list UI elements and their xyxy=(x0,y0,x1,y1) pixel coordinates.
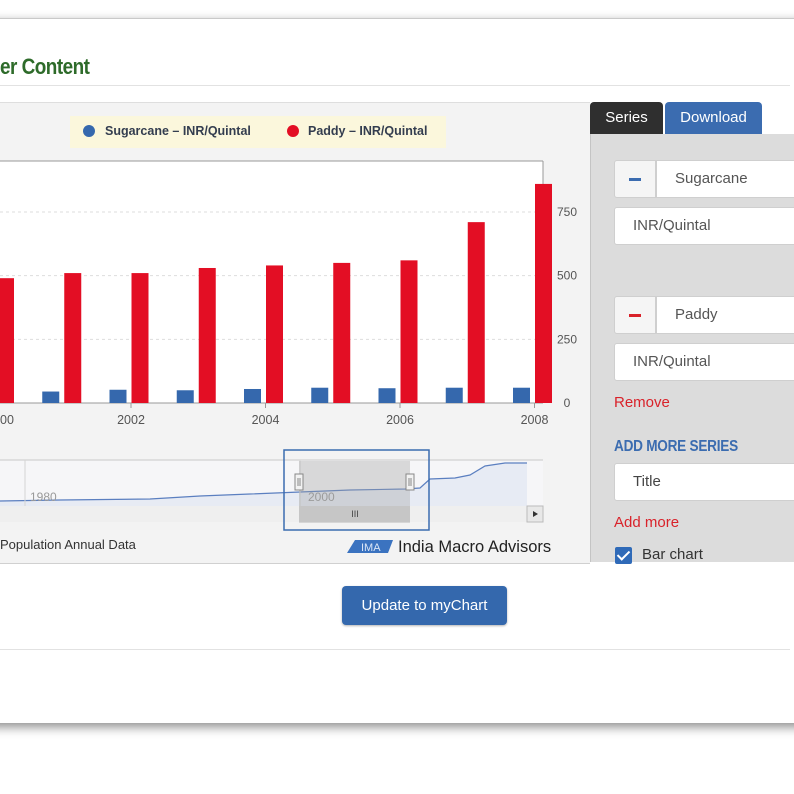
bar-paddy-2003[interactable] xyxy=(198,267,216,403)
y-tick-label: 500 xyxy=(557,269,577,283)
footer-divider xyxy=(0,649,790,650)
remove-series-button-paddy[interactable] xyxy=(614,296,656,334)
bar-paddy-2008[interactable] xyxy=(535,183,552,403)
x-tick-label: 00 xyxy=(0,413,14,427)
brand-name: India Macro Advisors xyxy=(398,538,551,556)
bar-paddy-2001[interactable] xyxy=(64,273,82,403)
series-unit-field-sugarcane[interactable]: INR/Quintal xyxy=(614,207,794,245)
x-tick-label: 2004 xyxy=(252,413,280,427)
y-tick-label: 750 xyxy=(557,205,577,219)
series-unit-field-paddy[interactable]: INR/Quintal xyxy=(614,343,794,381)
navigator-left-handle[interactable] xyxy=(294,473,304,491)
bar-paddy-2007[interactable] xyxy=(467,222,485,403)
modal-title: er Content xyxy=(0,54,90,79)
legend-label-paddy[interactable]: Paddy – INR/Quintal xyxy=(308,124,427,138)
legend-label-sugarcane[interactable]: Sugarcane – INR/Quintal xyxy=(105,124,251,138)
x-tick-label: 2006 xyxy=(386,413,414,427)
bar-chart-checkbox[interactable] xyxy=(615,547,632,564)
y-tick-label: 0 xyxy=(564,396,571,410)
x-axis-ticks: 00 2002 2004 2006 2008 xyxy=(0,403,548,427)
bar-chart-label: Bar chart xyxy=(642,546,703,563)
y-axis-ticks: 0 250 500 750 xyxy=(557,205,577,410)
chart-panel: Sugarcane – INR/Quintal Paddy – INR/Quin… xyxy=(0,102,590,564)
bar-sugarcane-2003[interactable] xyxy=(176,390,194,403)
tab-series[interactable]: Series xyxy=(590,102,663,134)
bar-sugarcane-2006[interactable] xyxy=(378,388,396,403)
scrollbar-grip-icon: III xyxy=(351,509,359,519)
tab-download[interactable]: Download xyxy=(665,102,762,134)
bar-sugarcane-2007[interactable] xyxy=(445,387,463,403)
remove-series-button-sugarcane[interactable] xyxy=(614,160,656,198)
legend-marker-paddy[interactable] xyxy=(287,125,299,137)
x-tick-label: 2008 xyxy=(521,413,549,427)
bar-paddy-2000[interactable] xyxy=(0,278,14,403)
add-more-link[interactable]: Add more xyxy=(614,514,679,531)
series-name-field-paddy[interactable]: Paddy xyxy=(656,296,794,334)
chart-canvas: Sugarcane – INR/Quintal Paddy – INR/Quin… xyxy=(0,116,577,556)
title-divider xyxy=(0,85,790,86)
bar-sugarcane-2002[interactable] xyxy=(109,389,127,403)
remove-link[interactable]: Remove xyxy=(614,394,670,411)
y-tick-label: 250 xyxy=(557,332,577,346)
ima-logo-text: IMA xyxy=(361,542,381,554)
navigator-label-1980: 1980 xyxy=(30,490,57,504)
bar-sugarcane-2008[interactable] xyxy=(513,387,530,403)
minus-icon xyxy=(629,314,641,317)
series-name-field-sugarcane[interactable]: Sugarcane xyxy=(656,160,794,198)
bar-sugarcane-2005[interactable] xyxy=(311,387,329,403)
update-mychart-button[interactable]: Update to myChart xyxy=(342,586,507,625)
bar-sugarcane-2004[interactable] xyxy=(244,388,261,403)
title-input[interactable]: Title xyxy=(614,463,794,501)
chart-source-caption: Population Annual Data xyxy=(0,537,137,552)
bar-paddy-2006[interactable] xyxy=(400,260,418,403)
add-more-series-heading: ADD MORE SERIES xyxy=(614,438,738,455)
bar-paddy-2004[interactable] xyxy=(266,265,283,403)
bar-sugarcane-2001[interactable] xyxy=(42,391,60,403)
navigator-right-handle[interactable] xyxy=(405,473,415,491)
minus-icon xyxy=(629,178,641,181)
navigator-scrollbar-track[interactable] xyxy=(0,506,543,522)
bar-paddy-2002[interactable] xyxy=(131,273,149,403)
legend-marker-sugarcane[interactable] xyxy=(83,125,95,137)
x-tick-label: 2002 xyxy=(117,413,145,427)
bar-paddy-2005[interactable] xyxy=(333,262,351,403)
